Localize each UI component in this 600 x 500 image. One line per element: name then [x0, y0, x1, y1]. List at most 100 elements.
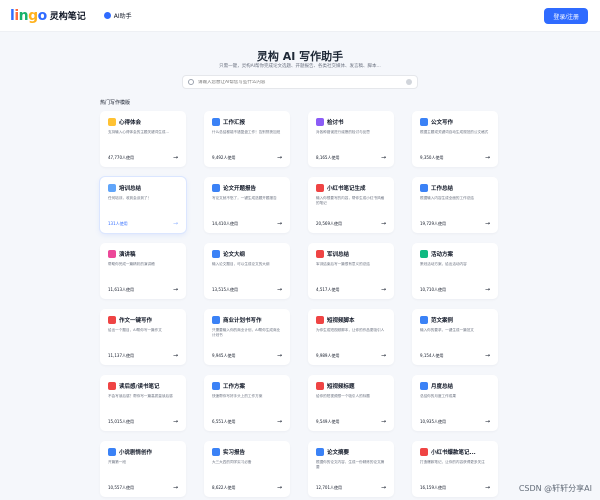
template-grid: 心得体会 支持输入心得体会的主题关键词生成... 47,770人使用 → 工作汇报 什么总…: [100, 111, 500, 497]
usage-count: 47,770人使用: [108, 155, 134, 160]
template-card[interactable]: 月度总结 总结你的月度工作成果 10,935人使用 →: [412, 375, 498, 431]
template-card[interactable]: 实习报告 大三大四的同学实习必备 8,622人使用 →: [204, 441, 290, 497]
card-header: 论文摘要: [316, 448, 386, 456]
template-card[interactable]: 军训总结 军训结束后写一篇很有意义的总结 4,517人使用 →: [308, 243, 394, 299]
arrow-right-icon[interactable]: →: [277, 287, 282, 293]
card-title: 论文大纲: [223, 252, 246, 258]
clear-icon[interactable]: [406, 79, 412, 85]
arrow-right-icon[interactable]: →: [173, 155, 178, 161]
card-title: 工作总结: [431, 186, 454, 192]
card-description: 策划活动方案，给出活动内容: [420, 262, 467, 266]
card-description: 输入你的要求，一键生成一篇范文: [420, 328, 474, 332]
template-card[interactable]: 短视频标题 给你的短视频想一个吸引人的标题 9,549人使用 →: [308, 375, 394, 431]
arrow-right-icon[interactable]: →: [277, 155, 282, 161]
usage-count: 9,492人使用: [212, 155, 236, 160]
lightbulb-icon: [108, 118, 116, 126]
usage-count: 9,154人使用: [420, 353, 444, 358]
card-description: 支持输入心得体会的主题关键词生成...: [108, 130, 169, 134]
card-description: 给你的短视频想一个吸引人的标题: [316, 394, 370, 398]
arrow-right-icon[interactable]: →: [173, 353, 178, 359]
briefcase-icon: [212, 118, 220, 126]
card-description: 快速帮你写好手头上的工作方案: [212, 394, 263, 398]
arrow-right-icon[interactable]: →: [277, 485, 282, 491]
card-header: 实习报告: [212, 448, 282, 456]
arrow-right-icon[interactable]: →: [381, 485, 386, 491]
card-footer: 10,710人使用 →: [420, 287, 490, 293]
logo[interactable]: lingo 灵构笔记: [10, 8, 86, 24]
hot-icon: [420, 448, 428, 456]
arrow-right-icon[interactable]: →: [485, 287, 490, 293]
card-title: 作文一键写作: [119, 318, 153, 324]
usage-count: 4,517人使用: [316, 287, 340, 292]
template-card[interactable]: 工作方案 快速帮你写好手头上的工作方案 6,551人使用 →: [204, 375, 290, 431]
card-header: 作文一键写作: [108, 316, 178, 324]
arrow-right-icon[interactable]: →: [173, 419, 178, 425]
usage-count: 11,613人使用: [108, 287, 134, 292]
card-footer: 9,492人使用 →: [212, 155, 282, 161]
template-card[interactable]: 演讲稿 帮助你完成一篇精彩的演讲稿 11,613人使用 →: [100, 243, 186, 299]
template-card[interactable]: 商业计划书写作只需要输入你的商业计划，AI帮你生成商业计划书 9,945人使用 →: [204, 309, 290, 365]
card-description: 只需要输入你的商业计划，AI帮你生成商业计划书: [212, 328, 281, 337]
search-bar[interactable]: [182, 75, 418, 89]
arrow-right-icon[interactable]: →: [485, 353, 490, 359]
card-footer: 11,613人使用 →: [108, 287, 178, 293]
card-title: 工作汇报: [223, 120, 246, 126]
template-card[interactable]: 论文大纲 输入论文题目，可以生成论文的大纲 13,515人使用 →: [204, 243, 290, 299]
template-card[interactable]: 小红书笔记生成 输入你想要写的内容，帮你生成小红书风格的笔记 20,569人使用 →: [308, 177, 394, 233]
template-card[interactable]: 活动方案 策划活动方案，给出活动内容 10,710人使用 →: [412, 243, 498, 299]
template-card[interactable]: 论文开题报告 写论文就不愁了，一键生成选题开题报告 14,410人使用 →: [204, 177, 290, 233]
card-header: 读后感/读书笔记: [108, 382, 178, 390]
arrow-right-icon[interactable]: →: [173, 485, 178, 491]
template-card[interactable]: 范文案例 输入你的要求，一键生成一篇范文 9,154人使用 →: [412, 309, 498, 365]
card-title: 小红书笔记生成: [327, 186, 366, 192]
template-card[interactable]: 小说剧情创作 开篇第一段 10,557人使用 →: [100, 441, 186, 497]
login-register-button[interactable]: 登录/注册: [544, 8, 588, 24]
arrow-right-icon[interactable]: →: [277, 221, 282, 227]
template-card[interactable]: 公文写作 根据主题或关键词自动生成规范的公文格式 9,350人使用 →: [412, 111, 498, 167]
template-card[interactable]: 工作总结 根据输入内容生成全面的工作总结 19,729人使用 →: [412, 177, 498, 233]
arrow-right-icon[interactable]: →: [485, 485, 490, 491]
search-input[interactable]: [198, 79, 402, 85]
intern-icon: [212, 448, 220, 456]
arrow-right-icon[interactable]: →: [381, 353, 386, 359]
search-icon: [188, 79, 194, 85]
usage-count: 6,551人使用: [212, 419, 236, 424]
card-footer: 9,154人使用 →: [420, 353, 490, 359]
template-card[interactable]: 培训总结 任何培训，收到会谈到了！ 131人使用 →: [100, 177, 186, 233]
sparkle-icon: [103, 12, 111, 19]
arrow-right-icon[interactable]: →: [485, 155, 490, 161]
template-card[interactable]: 心得体会 支持输入心得体会的主题关键词生成... 47,770人使用 →: [100, 111, 186, 167]
arrow-right-icon[interactable]: →: [381, 287, 386, 293]
nav-ai-assistant[interactable]: AI助手: [103, 11, 132, 20]
arrow-right-icon[interactable]: →: [173, 221, 178, 227]
arrow-right-icon[interactable]: →: [485, 419, 490, 425]
template-card[interactable]: 读后感/读书笔记 不会写读后感？帮你写一篇高质量读后感 15,015人使用 →: [100, 375, 186, 431]
arrow-right-icon[interactable]: →: [381, 155, 386, 161]
template-card[interactable]: 论文摘要 根据你的论文内容，生成一份精炼的论文摘要 12,701人使用 →: [308, 441, 394, 497]
arrow-right-icon[interactable]: →: [381, 419, 386, 425]
template-card[interactable]: 短视频脚本 为你生成短视频脚本，让你的作品更吸引人 9,989人使用 →: [308, 309, 394, 365]
arrow-right-icon[interactable]: →: [277, 419, 282, 425]
usage-count: 9,549人使用: [316, 419, 340, 424]
template-card[interactable]: 作文一键写作 给出一个题目，AI帮你写一篇作文 11,137人使用 →: [100, 309, 186, 365]
card-title: 演讲稿: [119, 252, 136, 258]
card-description: 根据输入内容生成全面的工作总结: [420, 196, 474, 200]
template-card[interactable]: 工作汇报 什么总结都能不错复盘工作！告别熬夜加班 9,492人使用 →: [204, 111, 290, 167]
arrow-right-icon[interactable]: →: [277, 353, 282, 359]
section-title: 热门写作模版: [100, 100, 131, 106]
card-title: 公文写作: [431, 120, 454, 126]
chart-icon: [108, 184, 116, 192]
usage-count: 131人使用: [108, 221, 128, 226]
card-footer: 9,945人使用 →: [212, 353, 282, 359]
template-card[interactable]: 检讨书 对各种错误进行诚恳的检讨与反思 8,165人使用 →: [308, 111, 394, 167]
arrow-right-icon[interactable]: →: [485, 221, 490, 227]
template-card[interactable]: 小红书爆款笔记... 打造爆款笔记，让你的内容获得更多关注 16,159人使用 →: [412, 441, 498, 497]
card-footer: 14,410人使用 →: [212, 221, 282, 227]
arrow-right-icon[interactable]: →: [173, 287, 178, 293]
usage-count: 16,159人使用: [420, 485, 446, 490]
arrow-right-icon[interactable]: →: [381, 221, 386, 227]
pen-icon: [316, 118, 324, 126]
card-header: 短视频脚本: [316, 316, 386, 324]
card-footer: 20,569人使用 →: [316, 221, 386, 227]
card-title: 商业计划书写作: [223, 318, 262, 324]
